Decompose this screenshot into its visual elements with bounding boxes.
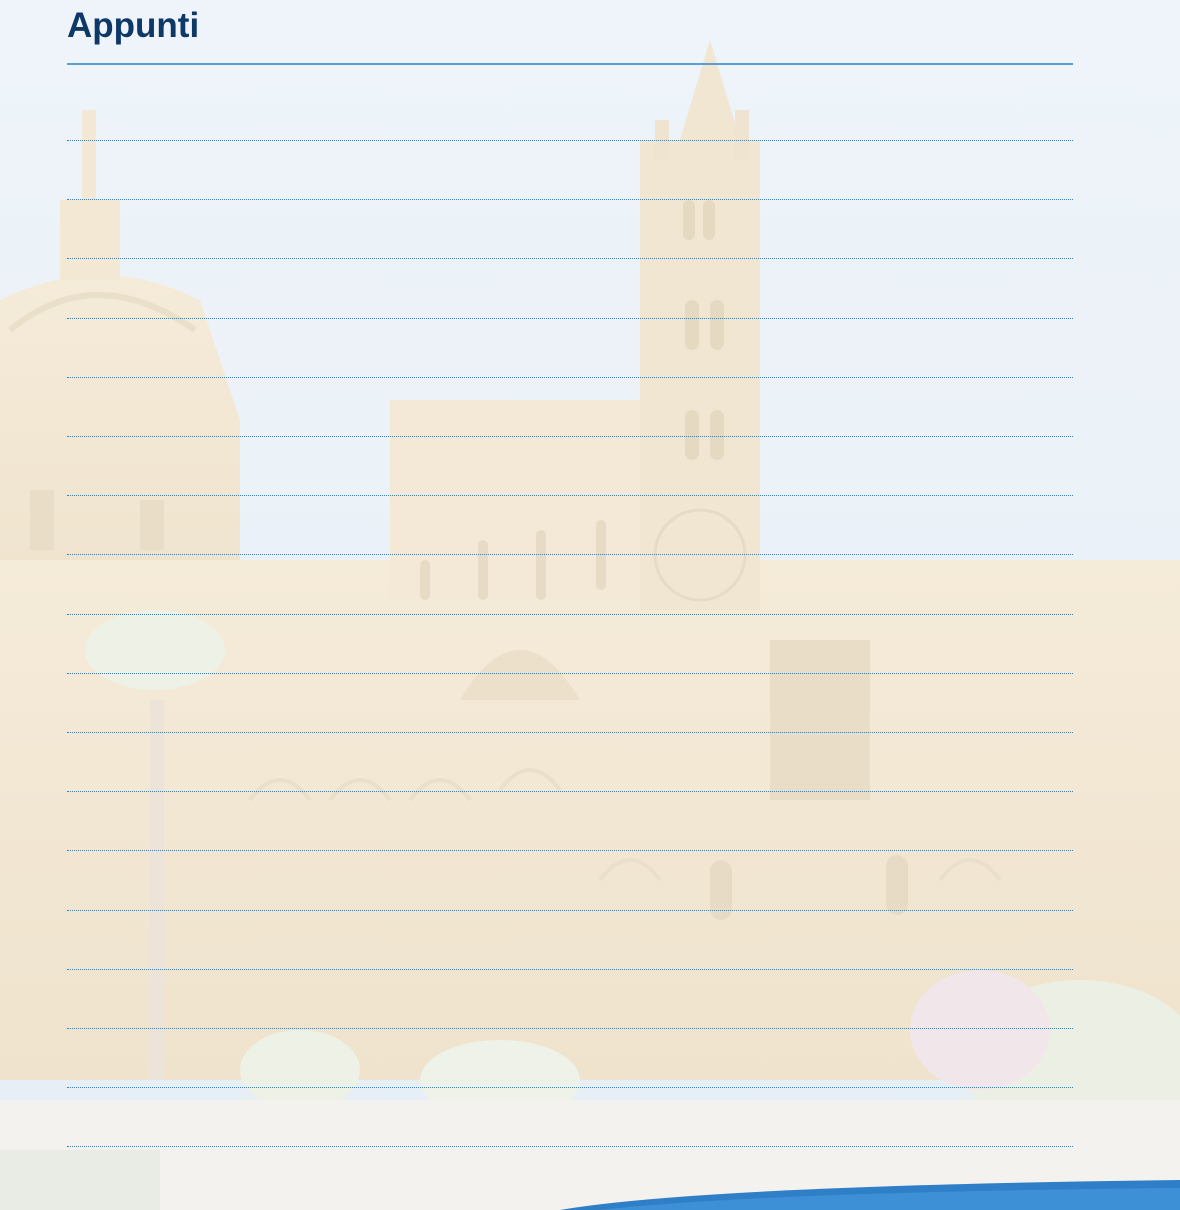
dotted-writing-line: [67, 850, 1073, 851]
dotted-writing-line: [67, 554, 1073, 555]
dotted-writing-line: [67, 614, 1073, 615]
dotted-writing-lines: [67, 0, 1073, 1210]
dotted-writing-line: [67, 258, 1073, 259]
dotted-writing-line: [67, 199, 1073, 200]
dotted-writing-line: [67, 318, 1073, 319]
notes-page: Appunti: [0, 0, 1180, 1210]
dotted-writing-line: [67, 910, 1073, 911]
dotted-writing-line: [67, 140, 1073, 141]
dotted-writing-line: [67, 495, 1073, 496]
dotted-writing-line: [67, 377, 1073, 378]
dotted-writing-line: [67, 969, 1073, 970]
dotted-writing-line: [67, 732, 1073, 733]
dotted-writing-line: [67, 673, 1073, 674]
dotted-writing-line: [67, 436, 1073, 437]
dotted-writing-line: [67, 1087, 1073, 1088]
dotted-writing-line: [67, 1146, 1073, 1147]
dotted-writing-line: [67, 1028, 1073, 1029]
dotted-writing-line: [67, 791, 1073, 792]
